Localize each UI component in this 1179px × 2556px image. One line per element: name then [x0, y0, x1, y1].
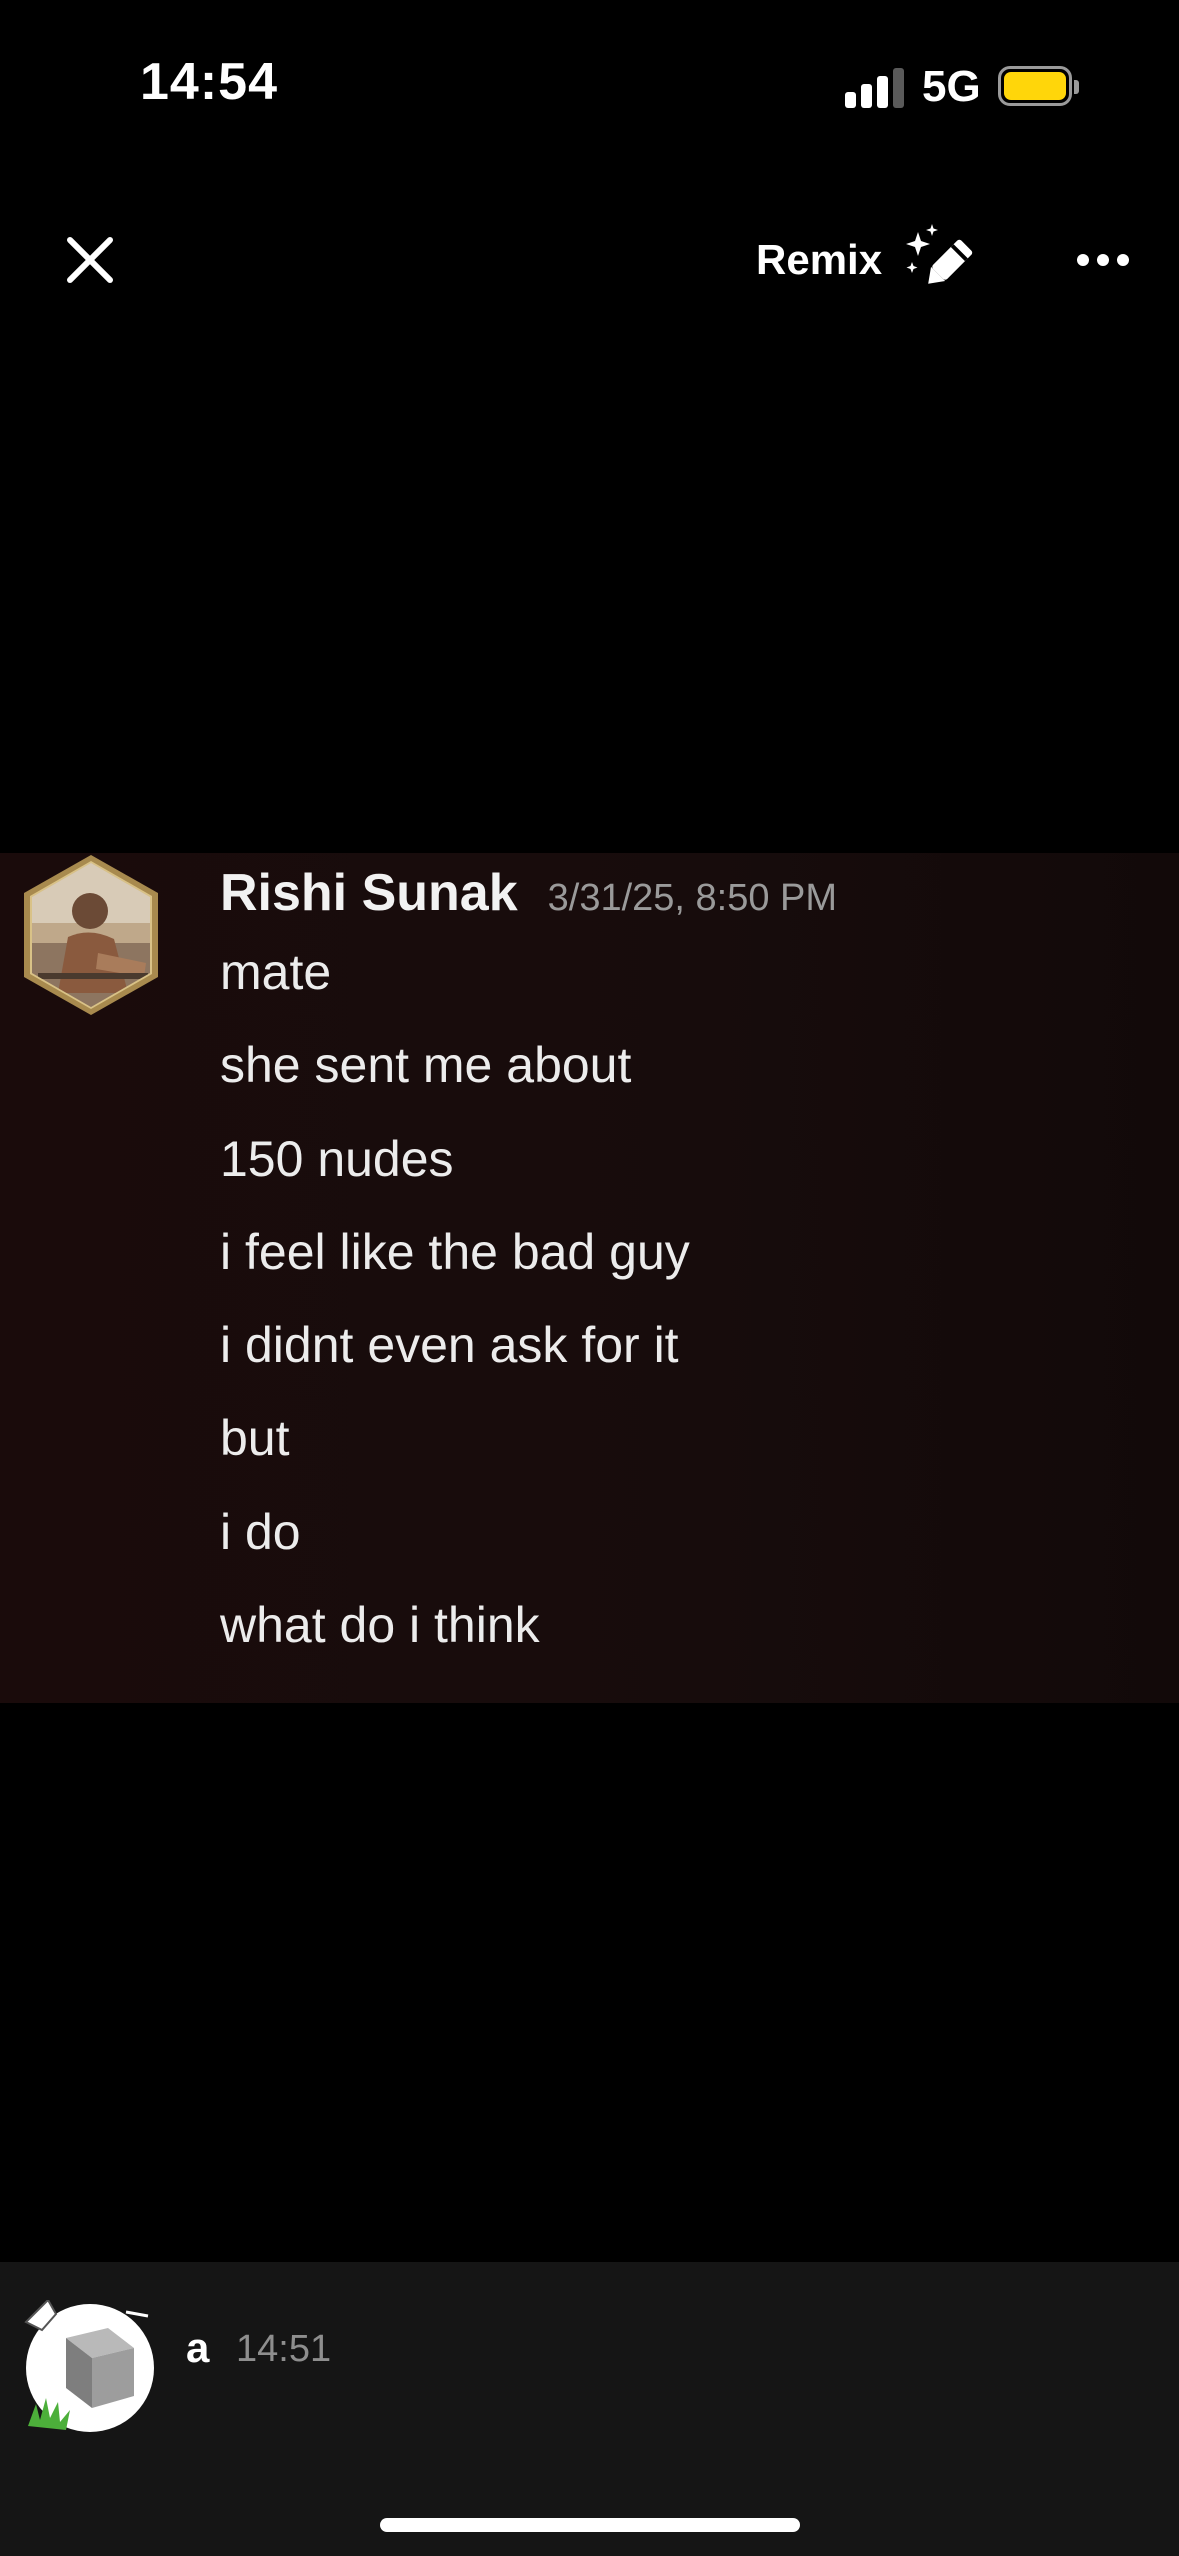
message-line: i do — [220, 1503, 301, 1560]
message-line: but — [220, 1410, 290, 1467]
message-author[interactable]: Rishi Sunak — [220, 863, 518, 923]
avatar — [24, 855, 158, 1015]
status-bar: 14:54 5G — [0, 0, 1179, 170]
message-line: mate — [220, 944, 332, 1000]
message-header: Rishi Sunak 3/31/25, 8:50 PM — [220, 863, 837, 923]
magic-pencil-icon — [906, 224, 973, 284]
message-lines: mate she sent me about 150 nudes i feel … — [220, 937, 690, 1683]
message-line: i feel like the bad guy — [220, 1223, 690, 1280]
remix-label: Remix — [756, 236, 883, 283]
network-type: 5G — [922, 62, 981, 111]
message-line: what do i think — [220, 1597, 540, 1654]
more-options-button[interactable] — [1075, 230, 1131, 290]
bottom-bar: a 14:51 — [0, 2262, 1179, 2556]
message-card: Rishi Sunak 3/31/25, 8:50 PM mate she se… — [0, 853, 1179, 1703]
message-line: she sent me about — [220, 1037, 632, 1094]
battery-icon — [998, 66, 1079, 106]
message-line: 150 nudes — [220, 1130, 454, 1187]
remix-button[interactable]: Remix — [756, 220, 976, 300]
more-dots-icon — [1077, 254, 1129, 266]
battery-cap — [1074, 80, 1079, 94]
footer-username[interactable]: a — [186, 2324, 209, 2372]
close-icon — [67, 237, 113, 283]
footer-time: 14:51 — [236, 2328, 332, 2370]
signal-strength-icon — [845, 64, 905, 108]
battery-level — [1004, 72, 1066, 100]
home-indicator[interactable] — [380, 2518, 800, 2532]
message-line: i didnt even ask for it — [220, 1317, 679, 1374]
close-button[interactable] — [60, 230, 120, 290]
status-time: 14:54 — [140, 53, 278, 111]
user-avatar[interactable] — [22, 2300, 158, 2436]
message-timestamp: 3/31/25, 8:50 PM — [547, 877, 838, 919]
